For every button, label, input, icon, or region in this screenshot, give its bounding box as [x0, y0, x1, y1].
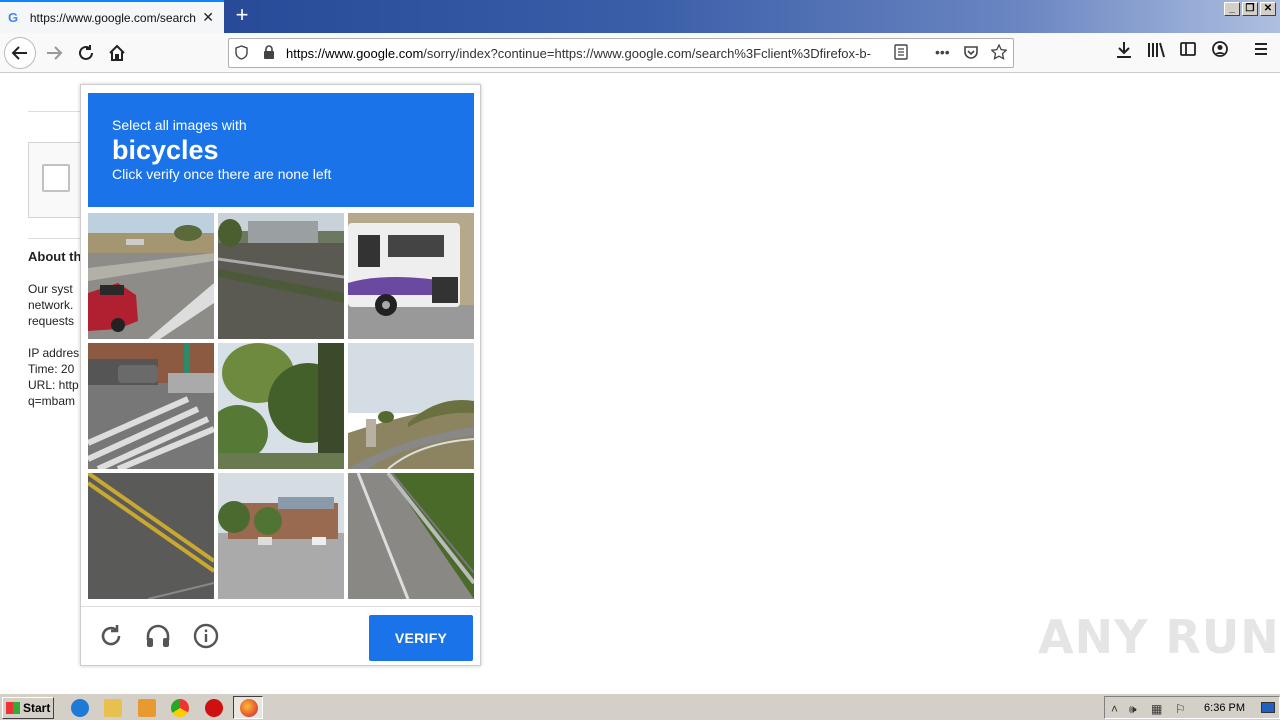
- restore-button[interactable]: ❐: [1242, 2, 1258, 16]
- back-button[interactable]: [4, 37, 36, 69]
- show-desktop-icon[interactable]: [1261, 702, 1275, 713]
- tracking-shield-icon[interactable]: [235, 45, 248, 63]
- tab-title: https://www.google.com/search?c: [29, 10, 197, 25]
- image-tile-1[interactable]: [88, 213, 214, 339]
- image-tile-9[interactable]: [348, 473, 474, 599]
- minimize-button[interactable]: _: [1224, 2, 1240, 16]
- clock: 6:36 PM: [1204, 702, 1245, 714]
- downloads-icon[interactable]: [1116, 41, 1132, 64]
- tab-bar: G https://www.google.com/search?c ✕ + _ …: [0, 0, 1280, 33]
- opera-icon[interactable]: [205, 699, 223, 717]
- page-text: Time: 20: [28, 362, 75, 376]
- close-window-button[interactable]: ✕: [1260, 2, 1276, 16]
- captcha-challenge-dialog: Select all images with bicycles Click ve…: [80, 84, 481, 666]
- divider: [28, 111, 88, 112]
- explorer-folder-icon[interactable]: [104, 699, 122, 717]
- close-tab-icon[interactable]: ✕: [200, 9, 216, 26]
- url-text[interactable]: https://www.google.com/sorry/index?conti…: [286, 46, 886, 61]
- system-tray: ˄ 🕪 ▦ ⚐ 6:36 PM: [1104, 696, 1280, 719]
- chrome-icon[interactable]: [171, 699, 189, 717]
- firefox-taskbar-button[interactable]: [233, 696, 263, 719]
- page-text: Our syst: [28, 282, 73, 296]
- forward-arrow-icon: [47, 46, 63, 60]
- reload-challenge-button[interactable]: [97, 623, 125, 651]
- home-button[interactable]: [101, 37, 133, 69]
- start-label: Start: [23, 701, 51, 715]
- recaptcha-widget: [28, 142, 88, 218]
- account-icon[interactable]: [1212, 41, 1228, 62]
- firefox-icon: [240, 699, 258, 717]
- challenge-header: Select all images with bicycles Click ve…: [88, 93, 474, 207]
- page-text: network.: [28, 298, 74, 312]
- window-controls: _ ❐ ✕: [1224, 2, 1276, 16]
- page-text: q=mbam: [28, 394, 76, 408]
- image-tile-6[interactable]: [348, 343, 474, 469]
- reload-button[interactable]: [70, 37, 102, 69]
- challenge-footer: VERIFY: [81, 606, 480, 666]
- anyrun-watermark: ANY RUN: [1038, 610, 1280, 664]
- image-tile-2[interactable]: [218, 213, 344, 339]
- page-text: URL: http: [28, 378, 79, 392]
- taskbar: Start ˄ 🕪 ▦ ⚐ 6:36 PM: [0, 693, 1280, 720]
- new-tab-button[interactable]: +: [230, 4, 254, 28]
- page-text: IP addres: [28, 346, 80, 360]
- audio-challenge-button[interactable]: [144, 623, 172, 651]
- info-button[interactable]: [192, 623, 220, 651]
- media-player-icon[interactable]: [138, 699, 156, 717]
- library-icon[interactable]: [1147, 41, 1165, 64]
- divider: [28, 238, 88, 239]
- tab-google-search[interactable]: G https://www.google.com/search?c ✕: [0, 0, 224, 33]
- image-tile-3[interactable]: [348, 213, 474, 339]
- ie-icon[interactable]: [71, 699, 89, 717]
- info-icon: [193, 623, 219, 649]
- home-icon: [109, 44, 125, 61]
- start-button[interactable]: Start: [2, 697, 54, 719]
- google-favicon-icon: G: [8, 9, 19, 25]
- sidebar-icon[interactable]: [1180, 41, 1196, 62]
- verify-button[interactable]: VERIFY: [369, 615, 473, 661]
- image-grid: [88, 213, 474, 599]
- pocket-icon[interactable]: [963, 44, 979, 63]
- windows-logo-icon: [6, 702, 20, 714]
- about-heading: About th: [28, 249, 82, 264]
- volume-icon[interactable]: 🕪: [1129, 702, 1137, 717]
- bookmark-star-icon[interactable]: [990, 43, 1008, 63]
- challenge-instruction: Select all images with: [112, 117, 247, 133]
- action-center-flag-icon[interactable]: ⚐: [1175, 702, 1186, 716]
- address-bar[interactable]: https://www.google.com/sorry/index?conti…: [228, 38, 1014, 68]
- image-tile-7[interactable]: [88, 473, 214, 599]
- image-tile-5[interactable]: [218, 343, 344, 469]
- reload-icon: [79, 45, 93, 60]
- navigation-bar: https://www.google.com/sorry/index?conti…: [0, 33, 1280, 73]
- menu-icon[interactable]: [1253, 41, 1269, 62]
- not-a-robot-checkbox[interactable]: [42, 164, 70, 192]
- challenge-hint: Click verify once there are none left: [112, 166, 332, 182]
- lock-icon[interactable]: [263, 45, 275, 63]
- challenge-target: bicycles: [112, 135, 219, 165]
- page-actions-icon[interactable]: •••: [935, 44, 950, 60]
- image-tile-8[interactable]: [218, 473, 344, 599]
- forward-button[interactable]: [38, 37, 70, 69]
- show-hidden-icons-icon[interactable]: ˄: [1111, 702, 1118, 716]
- headphones-icon: [146, 624, 170, 647]
- reader-view-icon[interactable]: [893, 44, 909, 63]
- page-text: requests: [28, 314, 75, 328]
- reload-icon: [101, 625, 121, 646]
- network-icon[interactable]: ▦: [1151, 702, 1162, 716]
- image-tile-4[interactable]: [88, 343, 214, 469]
- back-arrow-icon: [11, 46, 27, 60]
